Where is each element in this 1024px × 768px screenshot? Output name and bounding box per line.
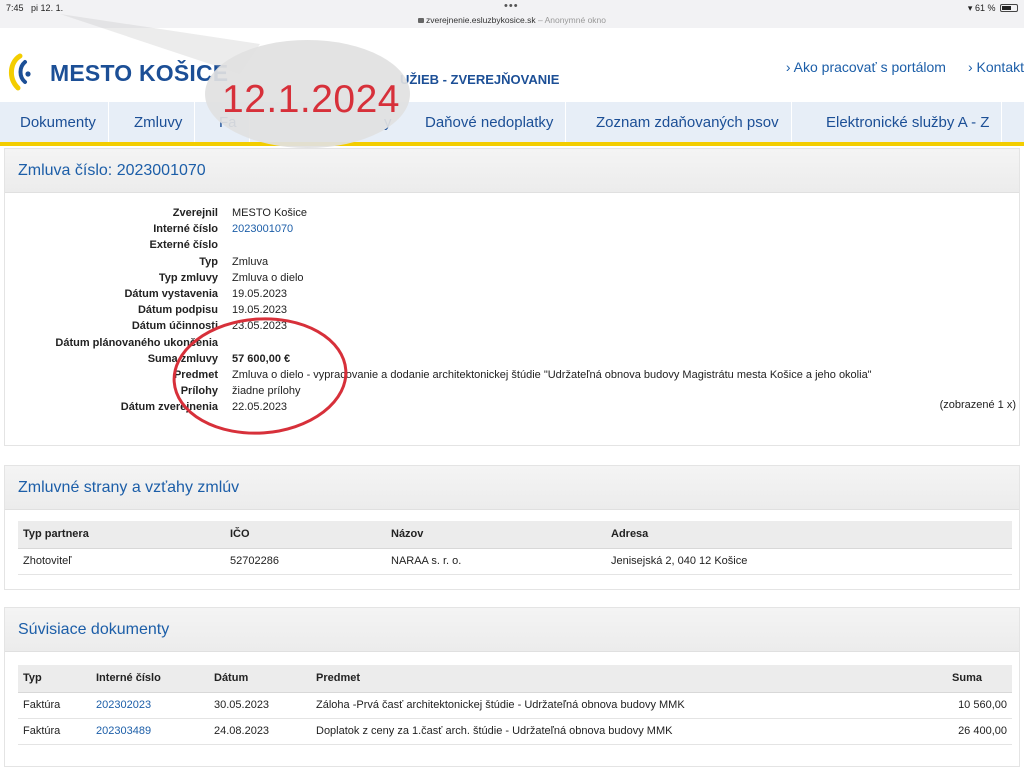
detail-row: Dátum zverejnenia 22.05.2023 (4, 399, 1004, 415)
col-date: Dátum (209, 665, 311, 693)
detail-row: Prílohy žiadne prílohy (4, 383, 1004, 399)
detail-row: Dátum plánovaného ukončenia (4, 335, 1004, 351)
cell-type: Faktúra (18, 692, 91, 719)
table-header-row: Typ partnera IČO Názov Adresa (18, 521, 1012, 549)
cell-subject: Záloha -Prvá časť architektonickej štúdi… (311, 692, 882, 719)
cell-internal-number-link[interactable]: 202303489 (91, 718, 209, 745)
parties-table: Typ partnera IČO Názov Adresa Zhotoviteľ… (18, 521, 1012, 575)
table-row[interactable]: Zhotoviteľ 52702286 NARAA s. r. o. Jenis… (18, 548, 1012, 575)
cell-amount: 10 560,00 (882, 692, 1012, 719)
cell-date: 30.05.2023 (209, 692, 311, 719)
detail-row: Dátum podpisu 19.05.2023 (4, 302, 1004, 318)
cell-name: NARAA s. r. o. (386, 548, 606, 575)
col-ico: IČO (225, 521, 386, 549)
link-how-to-use[interactable]: › Ako pracovať s portálom (786, 59, 946, 75)
site-subtitle: UŽIEB - ZVEREJŇOVANIE (400, 72, 560, 87)
nav-item-documents[interactable]: Dokumenty (8, 102, 109, 142)
link-contact[interactable]: › Kontakt (968, 59, 1024, 75)
related-heading: Súvisiace dokumenty (5, 608, 1019, 652)
detail-label: Externé číslo (149, 239, 218, 252)
detail-row: Predmet Zmluva o dielo - vypracovanie a d… (4, 367, 1004, 383)
col-subject: Predmet (311, 665, 882, 693)
detail-value: 19.05.2023 (232, 288, 288, 300)
view-count: (zobrazené 1 x) (939, 399, 1016, 411)
nav-item-contracts[interactable]: Zmluvy (122, 102, 196, 142)
wifi-icon: ▾ (967, 3, 973, 13)
table-row[interactable]: Faktúra 202303489 24.08.2023 Doplatok z … (18, 718, 1012, 745)
col-internal-number: Interné číslo (91, 665, 209, 693)
detail-row: Typ zmluvy Zmluva o dielo (4, 270, 1004, 286)
cell-address: Jenisejská 2, 040 12 Košice (606, 548, 1012, 575)
table-row[interactable]: Faktúra 202302023 30.05.2023 Záloha -Prv… (18, 692, 1012, 719)
table-header-row: Typ Interné číslo Dátum Predmet Suma (18, 665, 1012, 693)
detail-value: Zmluva (232, 255, 269, 268)
detail-label: Dátum vystavenia (124, 288, 218, 300)
cell-internal-number-link[interactable]: 202302023 (91, 692, 209, 719)
status-time: 7:45 pi 12. 1. (6, 3, 64, 13)
detail-row: Externé číslo (4, 237, 1004, 253)
cell-type: Faktúra (18, 718, 91, 745)
cell-date: 24.08.2023 (209, 718, 311, 745)
detail-value: Zmluva o dielo (232, 271, 304, 284)
detail-row: Typ Zmluva (4, 254, 1004, 270)
related-table: Typ Interné číslo Dátum Predmet Suma Fak… (18, 665, 1012, 745)
tab-menu-dots[interactable]: ••• (504, 0, 519, 12)
col-partner-type: Typ partnera (18, 521, 225, 549)
detail-row: Dátum vystavenia 19.05.2023 (4, 286, 1004, 302)
detail-label: Zverejnil (172, 207, 218, 219)
cell-subject: Doplatok z ceny za 1.časť arch. štúdie -… (311, 718, 882, 745)
lock-icon (417, 18, 424, 23)
detail-label: Typ (199, 255, 218, 268)
battery-icon (1000, 4, 1018, 12)
col-name: Názov (386, 521, 606, 549)
annotation-date: 12.1.2024 (222, 78, 401, 121)
detail-value: MESTO Košice (232, 207, 307, 219)
detail-row: Dátum účinnosti 23.05.2023 (4, 318, 1004, 334)
top-links: › Ako pracovať s portálom › Kontakt (764, 59, 1024, 75)
detail-row: Interné číslo 2023001070 (4, 221, 1004, 237)
col-address: Adresa (606, 521, 1012, 549)
battery-percent: 61 % (974, 3, 996, 13)
cell-ico: 52702286 (225, 548, 386, 575)
nav-item-tax-arrears[interactable]: Daňové nedoplatky (413, 102, 567, 142)
cell-amount: 26 400,00 (882, 718, 1012, 745)
detail-row: Suma zmluvy 57 600,00 € (4, 351, 1004, 367)
detail-label: Typ zmluvy (158, 271, 218, 284)
parties-heading: Zmluvné strany a vzťahy zmlúv (5, 466, 1019, 510)
detail-label: Interné číslo (153, 223, 218, 236)
col-type: Typ (18, 665, 91, 693)
nav-item-e-services[interactable]: Elektronické služby A - Z (814, 102, 1003, 142)
annotation-circle (172, 317, 348, 435)
detail-row: Zverejnil MESTO Košice (4, 205, 1004, 221)
contract-heading: Zmluva číslo: 2023001070 (5, 149, 1019, 193)
url-text: zverejnenie.esluzbykosice.sk (425, 15, 536, 25)
col-amount: Suma (882, 665, 1012, 693)
nav-item-dog-registry[interactable]: Zoznam zdaňovaných psov (584, 102, 792, 142)
cell-partner-type: Zhotoviteľ (18, 548, 225, 575)
status-right: ▾ 61 % (968, 3, 1018, 14)
kosice-logo-icon[interactable] (6, 50, 40, 94)
main-nav: Dokumenty Zmluvy Fa y Daňové nedoplatky … (0, 102, 1024, 146)
detail-value-link[interactable]: 2023001070 (232, 221, 293, 237)
private-mode-label: – Anonymné okno (537, 15, 607, 25)
